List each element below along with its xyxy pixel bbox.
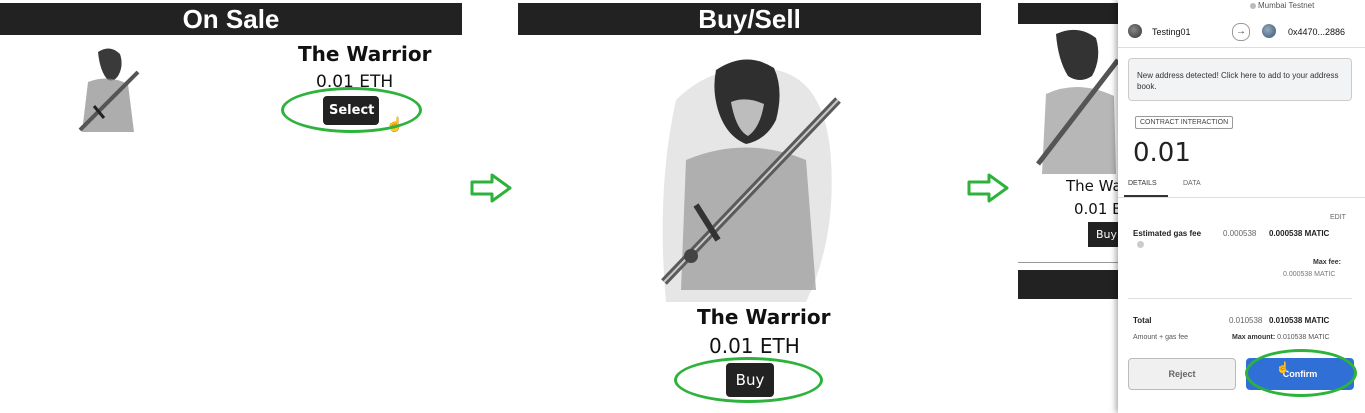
max-amount-label: Max amount:	[1232, 334, 1276, 341]
amount-gas-fee-label: Amount + gas fee	[1133, 334, 1189, 341]
estimated-gas-fee-label: Estimated gas fee	[1133, 229, 1202, 238]
warrior-image	[1036, 24, 1120, 174]
arrow-right-icon	[470, 173, 512, 203]
item-price: 0.01 ETH	[709, 334, 800, 358]
app-header	[1018, 3, 1128, 24]
tab-details[interactable]: DETAILS	[1128, 180, 1157, 187]
tab-data[interactable]: DATA	[1183, 180, 1201, 187]
item-title: The Wa	[1066, 177, 1122, 195]
gas-fee-primary: 0.000538 MATIC	[1269, 229, 1330, 238]
total-label: Total	[1133, 316, 1152, 325]
divider	[1118, 197, 1365, 198]
app-footer-bar	[1018, 270, 1128, 299]
buy-button[interactable]: Buy	[1088, 222, 1118, 247]
reject-button[interactable]: Reject	[1128, 358, 1236, 390]
max-fee-value: 0.000538 MATIC	[1283, 271, 1336, 278]
from-account-avatar	[1128, 24, 1142, 38]
arrow-right-icon	[967, 173, 1009, 203]
divider	[1118, 47, 1365, 48]
max-amount: Max amount: 0.010538 MATIC	[1232, 334, 1330, 341]
divider	[1018, 262, 1128, 263]
item-title: The Warrior	[697, 305, 831, 329]
network-name[interactable]: Mumbai Testnet	[1258, 1, 1314, 10]
network-status-icon	[1250, 3, 1256, 9]
max-amount-value: 0.010538 MATIC	[1277, 334, 1330, 341]
edit-gas-link[interactable]: EDIT	[1330, 214, 1346, 221]
new-address-notice[interactable]: New address detected! Click here to add …	[1128, 58, 1352, 101]
divider	[1128, 298, 1352, 299]
item-price: 0.01 E	[1074, 200, 1122, 218]
item-title: The Warrior	[298, 42, 432, 66]
to-account-avatar	[1262, 24, 1276, 38]
highlight-ring	[1245, 349, 1357, 397]
on-sale-header: On Sale	[0, 3, 462, 35]
from-account-name: Testing01	[1152, 27, 1191, 37]
gas-fee-secondary: 0.000538	[1223, 229, 1257, 238]
highlight-ring	[674, 357, 823, 403]
buy-sell-header: Buy/Sell	[518, 3, 981, 35]
contract-interaction-badge: CONTRACT INTERACTION	[1135, 116, 1234, 129]
total-primary: 0.010538 MATIC	[1269, 316, 1330, 325]
warrior-image	[656, 40, 844, 302]
transaction-amount: 0.01	[1133, 138, 1191, 168]
total-secondary: 0.010538	[1229, 316, 1263, 325]
info-icon[interactable]	[1137, 241, 1144, 248]
max-fee-label: Max fee:	[1313, 259, 1342, 266]
arrow-right-icon: →	[1232, 23, 1250, 41]
to-address[interactable]: 0x4470...2886	[1288, 27, 1345, 37]
highlight-ring	[281, 87, 422, 133]
warrior-thumbnail	[74, 42, 146, 136]
